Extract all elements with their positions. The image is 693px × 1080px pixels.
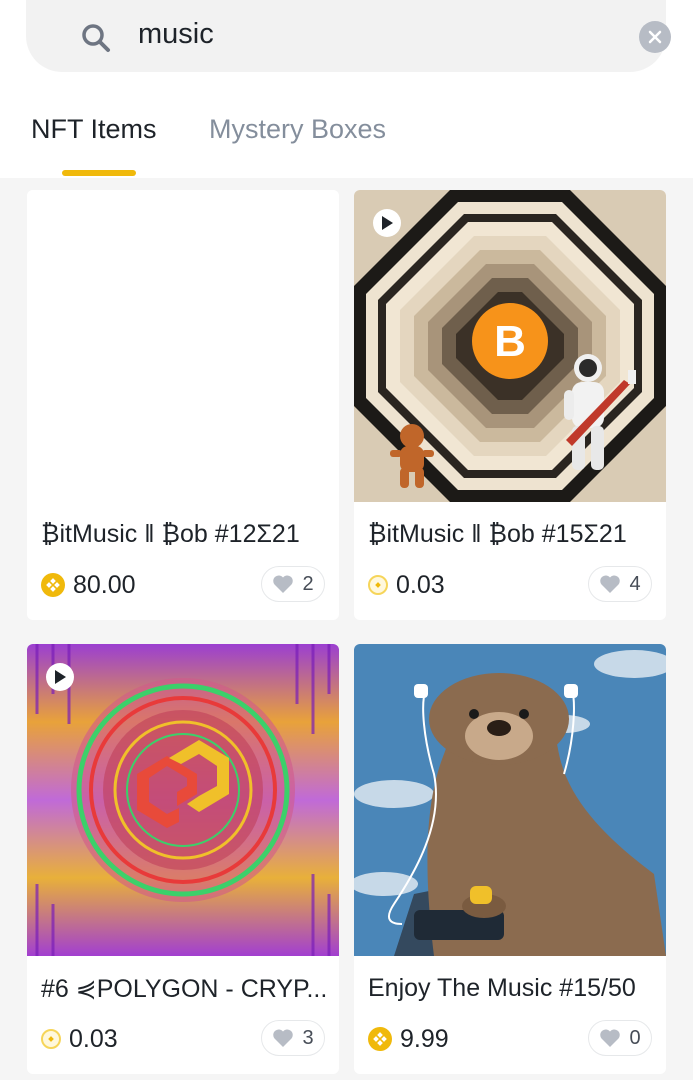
price-row: 9.99 — [368, 1022, 449, 1056]
price-row: 80.00 — [41, 568, 136, 602]
play-icon — [382, 216, 393, 230]
play-button[interactable] — [46, 663, 74, 691]
heart-icon — [273, 575, 294, 593]
price-row: 0.03 — [368, 568, 445, 602]
polygon-coin-artwork — [27, 644, 339, 956]
search-bar[interactable]: music — [26, 0, 671, 72]
nft-title: #6 ⋞POLYGON - CRYP... — [41, 975, 328, 1003]
header: music NFT Items Mystery Boxes — [0, 0, 693, 178]
heart-icon — [600, 575, 621, 593]
nft-title: Enjoy The Music #15/50 — [368, 974, 636, 1002]
nft-card[interactable]: ₿itMusic ‖ ₿ob #12Σ21 80.00 2 — [27, 190, 339, 620]
close-icon — [648, 30, 662, 44]
like-count: 3 — [302, 1026, 314, 1049]
svg-text:B: B — [494, 317, 526, 366]
nft-title: ₿itMusic ‖ ₿ob #15Σ21 — [368, 520, 627, 548]
nft-image[interactable] — [27, 190, 339, 502]
nft-title: ₿itMusic ‖ ₿ob #12Σ21 — [41, 520, 300, 548]
small-coin-icon — [368, 575, 388, 595]
heart-icon — [273, 1029, 294, 1047]
like-button[interactable]: 2 — [261, 566, 325, 602]
bnb-coin-icon — [368, 1027, 392, 1051]
tab-nft-items[interactable]: NFT Items — [31, 114, 157, 145]
nft-image[interactable]: B — [354, 190, 666, 502]
bitcoin-tunnel-artwork: B — [354, 190, 666, 502]
nft-grid: ₿itMusic ‖ ₿ob #12Σ21 80.00 2 B ₿itMusic… — [0, 178, 693, 1080]
play-icon — [55, 670, 66, 684]
like-count: 4 — [629, 572, 641, 595]
active-tab-indicator — [62, 170, 136, 176]
clear-search-button[interactable] — [639, 21, 671, 53]
nft-price: 0.03 — [396, 570, 445, 599]
heart-icon — [600, 1029, 621, 1047]
search-icon — [82, 24, 110, 52]
nft-image[interactable] — [354, 644, 666, 956]
like-button[interactable]: 4 — [588, 566, 652, 602]
nft-price: 80.00 — [73, 570, 136, 599]
nft-card[interactable]: B ₿itMusic ‖ ₿ob #15Σ21 0.03 4 — [354, 190, 666, 620]
nft-price: 0.03 — [69, 1024, 118, 1053]
nft-card[interactable]: #6 ⋞POLYGON - CRYP... 0.03 3 — [27, 644, 339, 1074]
like-button[interactable]: 3 — [261, 1020, 325, 1056]
nft-image[interactable] — [27, 644, 339, 956]
like-button[interactable]: 0 — [588, 1020, 652, 1056]
price-row: 0.03 — [41, 1022, 118, 1056]
play-button[interactable] — [373, 209, 401, 237]
tab-bar: NFT Items Mystery Boxes — [0, 100, 693, 178]
nft-price: 9.99 — [400, 1024, 449, 1053]
bnb-coin-icon — [41, 573, 65, 597]
nft-card[interactable]: Enjoy The Music #15/50 9.99 0 — [354, 644, 666, 1074]
like-count: 0 — [629, 1026, 641, 1049]
like-count: 2 — [302, 572, 314, 595]
otter-artwork — [354, 644, 666, 956]
small-coin-icon — [41, 1029, 61, 1049]
tab-mystery-boxes[interactable]: Mystery Boxes — [209, 114, 386, 145]
search-input[interactable]: music — [138, 18, 214, 51]
